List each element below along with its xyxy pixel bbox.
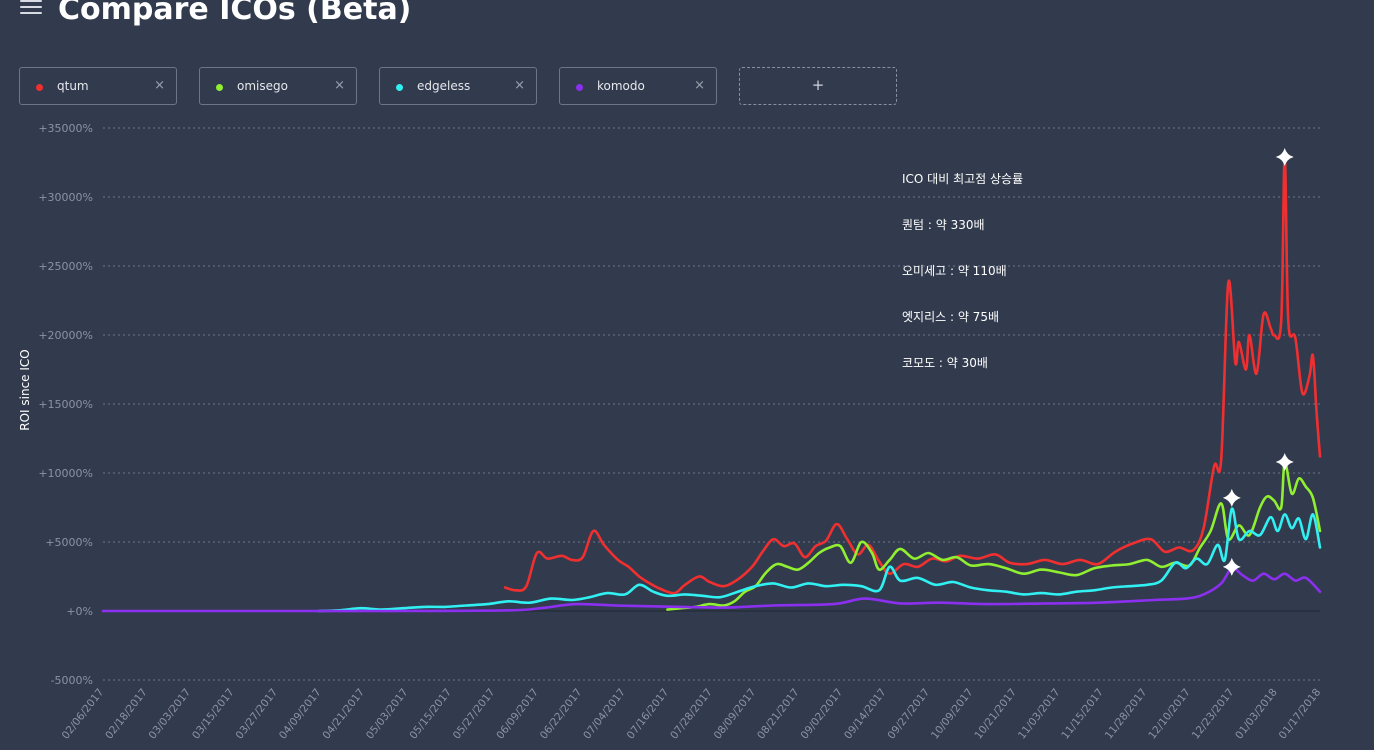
token-chip-omisego[interactable]: omisego × [199,67,357,105]
series-line-omisego [666,460,1322,611]
color-dot-icon [396,84,403,91]
y-axis-label: ROI since ICO [18,349,32,431]
plus-icon: + [811,76,825,94]
y-tick-label: +0% [66,605,93,618]
x-tick-label: 06/09/2017 [494,686,541,741]
add-token-button[interactable]: + [739,67,897,105]
annotation-line: 코모도 : 약 30배 [902,355,988,370]
y-tick-label: +15000% [38,398,93,411]
y-tick-label: +5000% [45,536,93,549]
close-icon[interactable]: × [154,78,165,93]
x-tick-label: 09/02/2017 [799,686,846,741]
x-tick-label: 02/18/2017 [103,686,150,741]
token-chip-label: omisego [237,79,288,93]
token-chip-label: edgeless [417,79,471,93]
x-tick-label: 05/03/2017 [364,686,411,741]
x-tick-label: 12/10/2017 [1146,686,1193,741]
close-icon[interactable]: × [514,78,525,93]
x-tick-label: 07/04/2017 [581,686,628,741]
annotation-line: 퀀텀 : 약 330배 [902,217,985,232]
x-tick-label: 05/15/2017 [407,686,454,741]
peak-marker-omisego [1275,452,1294,471]
color-dot-icon [216,84,223,91]
annotation-box: ICO 대비 최고점 상승률퀀텀 : 약 330배오미세고 : 약 110배엣지… [902,172,1023,370]
annotation-line: 엣지리스 : 약 75배 [902,309,999,324]
y-tick-label: +30000% [38,191,93,204]
x-tick-label: 09/14/2017 [842,686,889,741]
color-dot-icon [576,84,583,91]
color-dot-icon [36,84,43,91]
x-tick-label: 03/03/2017 [147,686,194,741]
x-tick-label: 10/21/2017 [972,686,1019,741]
x-tick-label: 09/27/2017 [885,686,932,741]
token-chip-label: komodo [597,79,645,93]
close-icon[interactable]: × [694,78,705,93]
x-tick-label: 07/28/2017 [668,686,715,741]
x-tick-label: 03/15/2017 [190,686,237,741]
page-title: Compare ICOs (Beta) [58,0,412,27]
x-tick-label: 04/21/2017 [320,686,367,741]
token-chip-label: qtum [57,79,89,93]
y-tick-label: +35000% [38,122,93,135]
x-tick-label: 11/15/2017 [1059,686,1106,741]
x-tick-label: 07/16/2017 [625,686,672,741]
y-tick-label: +10000% [38,467,93,480]
x-tick-label: 08/21/2017 [755,686,802,741]
close-icon[interactable]: × [334,78,345,93]
annotation-line: 오미세고 : 약 110배 [902,263,1007,278]
hamburger-menu-icon[interactable] [20,0,42,14]
peak-marker-edgeless [1222,488,1241,507]
x-tick-label: 08/09/2017 [712,686,759,741]
x-tick-label: 04/09/2017 [277,686,324,741]
annotation-line: ICO 대비 최고점 상승률 [902,172,1023,186]
x-tick-label: 06/22/2017 [538,686,585,741]
x-tick-label: 05/27/2017 [451,686,498,741]
x-tick-label: 03/27/2017 [233,686,280,741]
token-chip-qtum[interactable]: qtum × [19,67,177,105]
token-chip-edgeless[interactable]: edgeless × [379,67,537,105]
series-line-edgeless [316,507,1322,613]
x-tick-label: 10/09/2017 [929,686,976,741]
y-tick-label: -5000% [51,674,93,687]
roi-line-chart: -5000% +0% +5000% +10000% +15000% +20000% +250… [18,122,1324,742]
x-tick-label: 02/06/2017 [60,686,107,741]
x-tick-label: 11/03/2017 [1016,686,1063,741]
x-tick-label: 01/17/2018 [1277,686,1324,741]
token-chip-komodo[interactable]: komodo × [559,67,717,105]
y-tick-label: +25000% [38,260,93,273]
peak-marker-qtum [1275,147,1294,166]
x-tick-label: 11/28/2017 [1103,686,1150,741]
y-tick-label: +20000% [38,329,93,342]
x-tick-label: 01/03/2018 [1233,686,1280,741]
x-tick-label: 12/23/2017 [1190,686,1237,741]
